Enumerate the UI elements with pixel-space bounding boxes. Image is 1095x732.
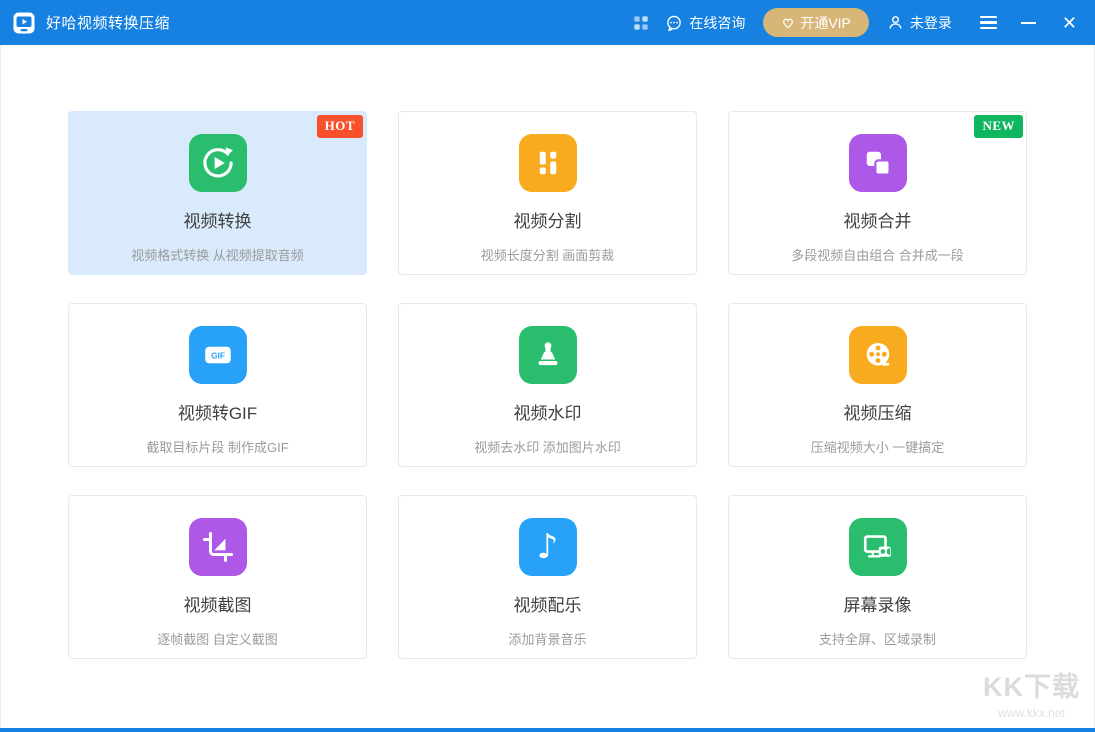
login-button[interactable]: 未登录 (887, 13, 952, 33)
card-title: 视频压缩 (729, 399, 1026, 424)
card-screen-record[interactable]: 屏幕录像 支持全屏、区域录制 (728, 495, 1027, 659)
card-title: 屏幕录像 (729, 591, 1026, 616)
card-subtitle: 视频格式转换 从视频提取音频 (69, 245, 366, 264)
card-subtitle: 视频长度分割 画面剪裁 (399, 245, 696, 264)
main-content: HOT 视频转换 视频格式转换 从视频提取音频 视 (0, 45, 1095, 728)
user-icon (887, 14, 904, 31)
card-subtitle: 支持全屏、区域录制 (729, 629, 1026, 648)
watermark-name: KK下载 (983, 665, 1080, 704)
card-title: 视频配乐 (399, 591, 696, 616)
online-support-label: 在线咨询 (689, 13, 745, 33)
card-title: 视频截图 (69, 591, 366, 616)
stamp-icon (519, 326, 577, 384)
card-video-music[interactable]: ♪ 视频配乐 添加背景音乐 (398, 495, 697, 659)
menu-button[interactable] (980, 16, 997, 30)
convert-icon (189, 134, 247, 192)
card-video-convert[interactable]: HOT 视频转换 视频格式转换 从视频提取音频 (68, 111, 367, 275)
vip-button-label: 开通VIP (800, 13, 851, 33)
app-logo-icon (12, 11, 36, 35)
card-subtitle: 压缩视频大小 一键搞定 (729, 437, 1026, 456)
screen-record-icon (849, 518, 907, 576)
login-label: 未登录 (910, 13, 952, 33)
music-note-icon: ♪ (519, 518, 577, 576)
svg-text:GIF: GIF (211, 351, 225, 360)
card-subtitle: 多段视频自由组合 合并成一段 (729, 245, 1026, 264)
card-video-merge[interactable]: NEW 视频合并 多段视频自由组合 合并成一段 (728, 111, 1027, 275)
card-subtitle: 添加背景音乐 (399, 629, 696, 648)
card-title: 视频转换 (69, 207, 366, 232)
minimize-button[interactable] (1021, 22, 1036, 24)
card-subtitle: 视频去水印 添加图片水印 (399, 437, 696, 456)
vip-button[interactable]: 开通VIP (763, 8, 869, 37)
card-title: 视频分割 (399, 207, 696, 232)
card-video-split[interactable]: 视频分割 视频长度分割 画面剪裁 (398, 111, 697, 275)
card-subtitle: 逐帧截图 自定义截图 (69, 629, 366, 648)
chat-icon (665, 14, 683, 32)
card-title: 视频合并 (729, 207, 1026, 232)
watermark-url: www.kkx.net (983, 706, 1080, 720)
gif-icon: GIF (189, 326, 247, 384)
new-badge: NEW (974, 115, 1023, 138)
card-subtitle: 截取目标片段 制作成GIF (69, 437, 366, 456)
card-video-screenshot[interactable]: 视频截图 逐帧截图 自定义截图 (68, 495, 367, 659)
card-title: 视频水印 (399, 399, 696, 424)
hot-badge: HOT (317, 115, 363, 138)
vip-heart-icon (781, 16, 795, 30)
merge-icon (849, 134, 907, 192)
card-video-watermark[interactable]: 视频水印 视频去水印 添加图片水印 (398, 303, 697, 467)
titlebar: 好哈视频转换压缩 在线咨询 开通VIP (0, 0, 1095, 45)
bottom-accent-strip (0, 728, 1095, 732)
online-support-button[interactable]: 在线咨询 (665, 13, 745, 33)
feature-grid: HOT 视频转换 视频格式转换 从视频提取音频 视 (68, 45, 1027, 659)
split-icon (519, 134, 577, 192)
card-video-compress[interactable]: 视频压缩 压缩视频大小 一键搞定 (728, 303, 1027, 467)
app-title: 好哈视频转换压缩 (46, 12, 170, 33)
crop-icon (189, 518, 247, 576)
site-watermark: KK下载 www.kkx.net (983, 665, 1080, 720)
card-video-to-gif[interactable]: GIF 视频转GIF 截取目标片段 制作成GIF (68, 303, 367, 467)
close-button[interactable]: ✕ (1062, 14, 1077, 32)
film-reel-icon (849, 326, 907, 384)
card-title: 视频转GIF (69, 399, 366, 424)
mini-apps-grid-icon[interactable] (633, 15, 649, 31)
